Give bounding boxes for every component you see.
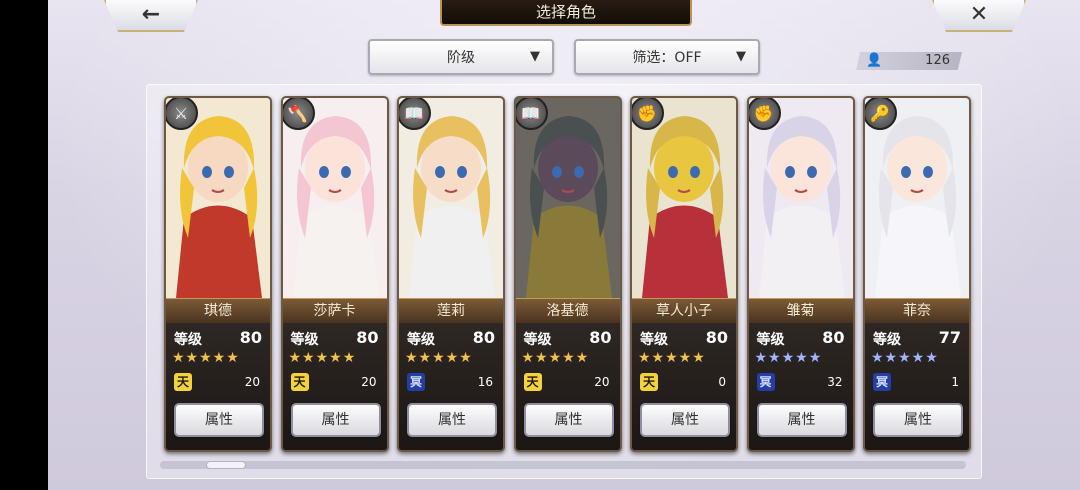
level-label: 等级 [290, 332, 319, 348]
level-value: 77 [938, 328, 961, 347]
fist-icon: ✊ [632, 98, 664, 130]
attribute-button[interactable]: 属性 [756, 403, 847, 437]
fist-icon: ✊ [748, 98, 781, 130]
character-card[interactable]: ✊ 雏菊 等级 80 ★★★★★ 冥 32 属性 [746, 96, 855, 452]
attribute-button[interactable]: 属性 [174, 403, 264, 437]
level-value: 80 [589, 328, 612, 347]
character-name: 莲莉 [399, 298, 503, 324]
star-rating: ★★★★★ [288, 350, 357, 366]
character-card[interactable]: 📖 洛基德 等级 80 ★★★★★ 天 20 属性 [513, 96, 622, 452]
rank-badge-icon: 冥 [407, 373, 425, 391]
character-portrait: 📖 [399, 98, 503, 298]
rank-value: 20 [361, 375, 377, 389]
back-button[interactable]: ← [104, 0, 198, 32]
character-portrait: ✊ [632, 98, 736, 298]
character-name: 草人小子 [632, 298, 736, 324]
character-portrait: ⚔ [166, 98, 270, 298]
level-label: 等级 [407, 332, 435, 348]
character-name: 莎萨卡 [282, 298, 387, 324]
character-portrait: 🔑 [865, 98, 969, 298]
attribute-button[interactable]: 属性 [407, 403, 497, 437]
star-rating: ★★★★★ [172, 350, 240, 366]
rank-badge-icon: 冥 [873, 373, 891, 391]
filter-label: 筛选：OFF [632, 50, 702, 66]
character-card[interactable]: ✊ 草人小子 等级 80 ★★★★★ 天 0 属性 [630, 96, 738, 452]
rank-badge-icon: 天 [174, 373, 192, 391]
close-icon: ✕ [969, 2, 989, 27]
star-rating: ★★★★★ [638, 350, 706, 366]
star-rating: ★★★★★ [754, 350, 823, 366]
character-name: 琪德 [166, 298, 270, 324]
filter-dropdown[interactable]: 筛选：OFF ▼ [574, 39, 760, 75]
character-name: 雏菊 [748, 298, 853, 324]
level-label: 等级 [174, 332, 202, 348]
rank-value: 20 [244, 375, 260, 389]
character-card[interactable]: 📖 莲莉 等级 80 ★★★★★ 冥 16 属性 [397, 96, 505, 452]
page-title: 选择角色 [440, 0, 692, 26]
character-stats: 等级 77 ★★★★★ 冥 1 属性 [865, 323, 969, 450]
level-label: 等级 [873, 332, 901, 348]
level-label: 等级 [640, 332, 668, 348]
character-stats: 等级 80 ★★★★★ 冥 16 属性 [399, 323, 503, 450]
character-portrait: ✊ [748, 98, 853, 298]
attribute-button[interactable]: 属性 [290, 403, 381, 437]
attribute-button[interactable]: 属性 [873, 403, 963, 437]
person-icon: 👤 [866, 53, 883, 68]
character-name: 菲奈 [865, 298, 969, 324]
star-rating: ★★★★★ [405, 350, 473, 366]
character-stats: 等级 80 ★★★★★ 冥 32 属性 [748, 323, 853, 450]
character-card[interactable]: ⚔ 琪德 等级 80 ★★★★★ 天 20 属性 [164, 96, 272, 452]
rank-value: 0 [718, 375, 726, 389]
book-icon: 📖 [399, 98, 431, 130]
level-value: 80 [239, 328, 262, 347]
rank-value: 1 [951, 375, 959, 389]
character-stats: 等级 80 ★★★★★ 天 0 属性 [632, 323, 736, 450]
sword-icon: ⚔ [166, 98, 198, 130]
character-stats: 等级 80 ★★★★★ 天 20 属性 [166, 323, 270, 450]
level-value: 80 [356, 328, 379, 347]
character-stats: 等级 80 ★★★★★ 天 20 属性 [282, 323, 387, 450]
book-icon: 📖 [515, 98, 548, 130]
horizontal-scrollbar[interactable] [160, 461, 966, 469]
sort-label: 阶级 [447, 50, 475, 66]
level-value: 80 [705, 328, 728, 347]
rank-badge-icon: 天 [290, 373, 309, 391]
character-card[interactable]: 🪓 莎萨卡 等级 80 ★★★★★ 天 20 属性 [280, 96, 389, 452]
character-name: 洛基德 [515, 298, 620, 324]
rank-value: 20 [594, 375, 610, 389]
character-portrait: 🪓 [282, 98, 387, 298]
roster-count-value: 126 [925, 53, 950, 68]
level-label: 等级 [523, 332, 552, 348]
chevron-down-icon: ▼ [736, 49, 746, 64]
character-portrait: 📖 [515, 98, 620, 298]
chevron-down-icon: ▼ [530, 49, 540, 64]
level-value: 80 [472, 328, 495, 347]
character-stats: 等级 80 ★★★★★ 天 20 属性 [515, 323, 620, 450]
star-rating: ★★★★★ [521, 350, 590, 366]
rank-badge-icon: 天 [640, 373, 658, 391]
rank-badge-icon: 天 [523, 373, 542, 391]
close-button[interactable]: ✕ [932, 0, 1026, 32]
level-value: 80 [822, 328, 845, 347]
level-label: 等级 [756, 332, 785, 348]
rank-value: 16 [477, 375, 493, 389]
attribute-button[interactable]: 属性 [523, 403, 614, 437]
roster-count: 👤 126 [856, 52, 962, 70]
attribute-button[interactable]: 属性 [640, 403, 730, 437]
rank-value: 32 [827, 375, 843, 389]
scrollbar-thumb[interactable] [206, 461, 246, 469]
back-arrow-icon: ← [141, 2, 161, 27]
rank-badge-icon: 冥 [756, 373, 775, 391]
character-card[interactable]: 🔑 菲奈 等级 77 ★★★★★ 冥 1 属性 [863, 96, 971, 452]
star-rating: ★★★★★ [871, 350, 939, 366]
axe-icon: 🪓 [282, 98, 315, 130]
key-icon: 🔑 [865, 98, 897, 130]
sort-dropdown[interactable]: 阶级 ▼ [368, 39, 554, 75]
game-screen: ← 选择角色 ✕ 阶级 ▼ 筛选：OFF ▼ 👤 126 ⚔ 琪德 等级 80 … [48, 0, 1080, 490]
